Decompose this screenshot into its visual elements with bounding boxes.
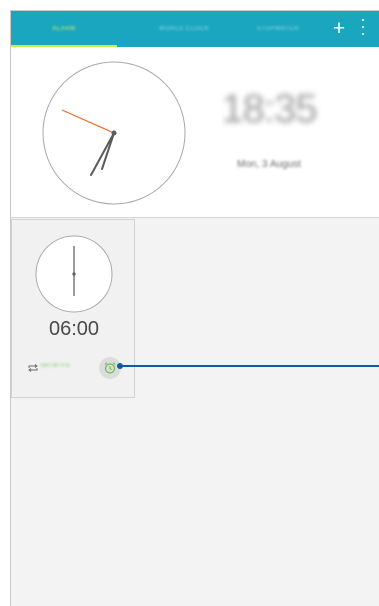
analog-clock [42, 61, 186, 205]
callout-dot [117, 363, 123, 369]
digital-time: 18:35 [221, 87, 317, 131]
more-vert-icon-dot [362, 26, 365, 29]
tab-world-clock[interactable]: WORLD CLOCK [131, 11, 237, 47]
repeat-days: SMTWTFS [40, 363, 70, 369]
alarm-item[interactable]: 06:00 SMTWTFS [11, 219, 135, 398]
more-vert-icon-dot [362, 33, 365, 36]
tab-bar: ALARM WORLD CLOCK STOPWATCH + [11, 11, 379, 47]
more-options-button[interactable] [355, 17, 371, 41]
add-alarm-button[interactable]: + [327, 15, 351, 43]
plus-icon: + [332, 17, 346, 40]
tab-stopwatch[interactable]: STOPWATCH [225, 11, 331, 47]
callout-line [120, 365, 379, 367]
alarm-time: 06:00 [48, 318, 100, 340]
clock-center [111, 130, 117, 136]
alarm-clock-icon [104, 362, 116, 374]
tab-alarm[interactable]: ALARM [11, 11, 117, 47]
more-vert-icon [362, 19, 365, 22]
repeat-icon [28, 364, 38, 372]
alarm-clock-center [72, 272, 76, 276]
app-window: ALARM WORLD CLOCK STOPWATCH + 18:35 Mon,… [10, 10, 379, 606]
current-time-panel: 18:35 Mon, 3 August [11, 47, 379, 218]
alarm-analog-clock [35, 235, 113, 313]
current-date: Mon, 3 August [237, 159, 301, 170]
